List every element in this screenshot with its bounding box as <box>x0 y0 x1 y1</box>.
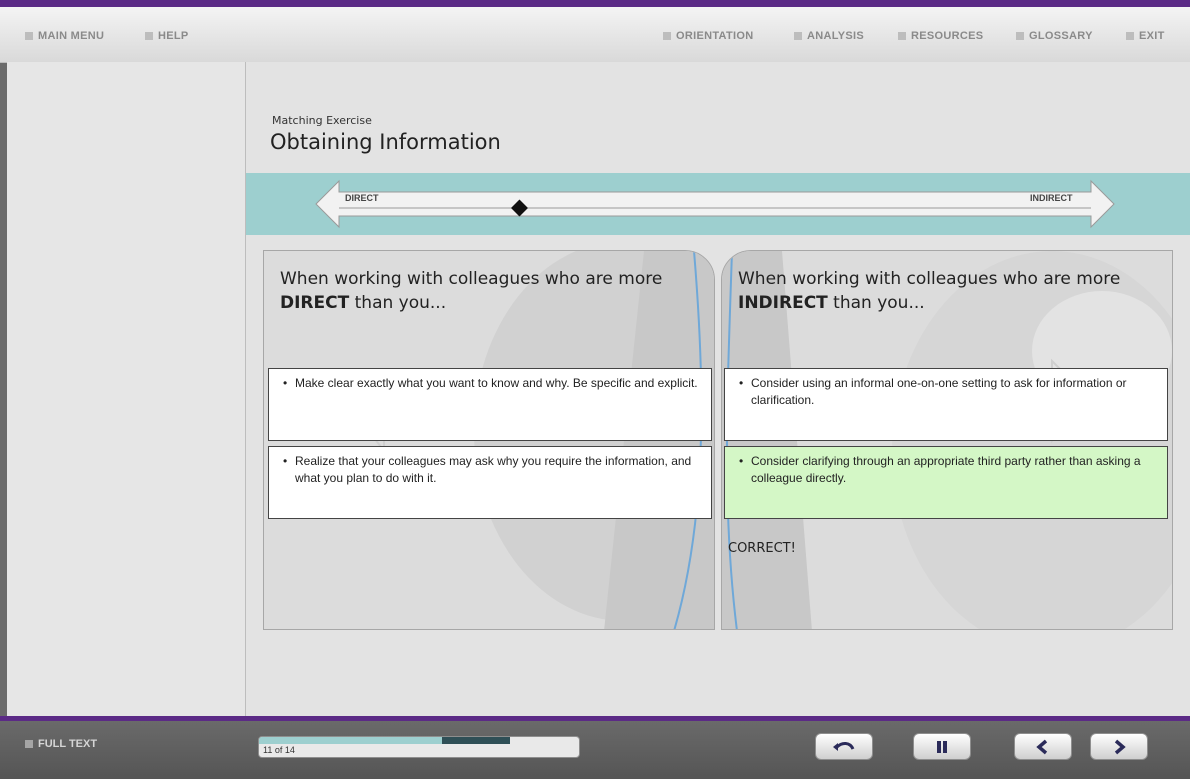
indirect-heading-bold: INDIRECT <box>738 293 828 313</box>
indirect-card-2-text: Consider clarifying through an appropria… <box>751 454 1141 485</box>
glossary-label: GLOSSARY <box>1029 30 1093 42</box>
glossary-square-icon <box>1016 32 1024 40</box>
exit-link[interactable]: EXIT <box>1126 30 1165 42</box>
direct-card-1-text: Make clear exactly what you want to know… <box>295 376 698 390</box>
top-navigation-bar: MAIN MENU HELP ORIENTATION ANALYSIS RESO… <box>0 7 1190 63</box>
replay-icon <box>833 741 855 751</box>
direct-indirect-scale <box>315 179 1115 229</box>
direct-card-1-bullet: • <box>283 376 288 390</box>
direct-card-2-bullet: • <box>283 454 288 468</box>
indirect-card-1-bullet: • <box>739 376 744 390</box>
analysis-link[interactable]: ANALYSIS <box>794 30 864 42</box>
progress-label: 11 of 14 <box>263 745 295 755</box>
resources-label: RESOURCES <box>911 30 984 42</box>
full-text-label: FULL TEXT <box>38 738 98 750</box>
main-content: Matching Exercise Obtaining Information … <box>246 62 1190 716</box>
main-menu-link[interactable]: MAIN MENU <box>25 30 104 42</box>
indirect-card-1[interactable]: • Consider using an informal one-on-one s… <box>724 368 1168 441</box>
replay-button[interactable] <box>815 733 873 760</box>
help-label: HELP <box>158 30 189 42</box>
indirect-heading-pre: When working with colleagues who are mor… <box>738 269 1121 289</box>
app-window: MAIN MENU HELP ORIENTATION ANALYSIS RESO… <box>0 0 1190 779</box>
page-subtitle: Matching Exercise <box>272 114 372 127</box>
analysis-square-icon <box>794 32 802 40</box>
indirect-panel-heading: When working with colleagues who are mor… <box>738 267 1158 315</box>
help-link[interactable]: HELP <box>145 30 189 42</box>
direct-panel-heading: When working with colleagues who are mor… <box>280 267 700 315</box>
previous-icon <box>1036 739 1048 754</box>
next-button[interactable] <box>1090 733 1148 760</box>
direct-heading-pre: When working with colleagues who are mor… <box>280 269 663 289</box>
orientation-link[interactable]: ORIENTATION <box>663 30 753 42</box>
help-square-icon <box>145 32 153 40</box>
full-text-button[interactable]: FULL TEXT <box>25 738 97 750</box>
correct-feedback: CORRECT! <box>728 541 796 556</box>
page-title: Obtaining Information <box>270 130 501 154</box>
exit-label: EXIT <box>1139 30 1165 42</box>
direct-card-2[interactable]: • Realize that your colleagues may ask wh… <box>268 446 712 519</box>
indirect-panel: When working with colleagues who are mor… <box>721 250 1173 630</box>
direct-heading-post: than you... <box>349 293 447 313</box>
analysis-label: ANALYSIS <box>807 30 865 42</box>
direct-heading-bold: DIRECT <box>280 293 350 313</box>
left-sidebar <box>7 62 246 716</box>
indirect-heading-post: than you... <box>827 293 925 313</box>
previous-button[interactable] <box>1014 733 1072 760</box>
orientation-square-icon <box>663 32 671 40</box>
exit-square-icon <box>1126 32 1134 40</box>
direct-card-1[interactable]: • Make clear exactly what you want to kno… <box>268 368 712 441</box>
main-menu-label: MAIN MENU <box>38 30 105 42</box>
indirect-card-2-correct[interactable]: • Consider clarifying through an appropri… <box>724 446 1168 519</box>
pause-button[interactable] <box>913 733 971 760</box>
scale-label-direct: DIRECT <box>345 193 379 203</box>
full-text-square-icon <box>25 740 33 748</box>
indirect-card-1-text: Consider using an informal one-on-one se… <box>751 376 1127 407</box>
direct-panel: When working with colleagues who are mor… <box>263 250 715 630</box>
progress-bar: 11 of 14 <box>258 736 580 758</box>
bottom-control-bar <box>0 716 1190 779</box>
indirect-card-2-bullet: • <box>739 454 744 468</box>
resources-link[interactable]: RESOURCES <box>898 30 983 42</box>
progress-current-marker <box>441 737 511 744</box>
scale-double-arrow <box>315 179 1115 229</box>
resources-square-icon <box>898 32 906 40</box>
pause-icon <box>937 740 947 753</box>
main-menu-square-icon <box>25 32 33 40</box>
next-icon <box>1114 739 1126 754</box>
top-accent-stripe <box>0 0 1190 7</box>
glossary-link[interactable]: GLOSSARY <box>1016 30 1093 42</box>
orientation-label: ORIENTATION <box>676 30 754 42</box>
scale-label-indirect: INDIRECT <box>1030 193 1073 203</box>
direct-card-2-text: Realize that your colleagues may ask why… <box>295 454 692 485</box>
